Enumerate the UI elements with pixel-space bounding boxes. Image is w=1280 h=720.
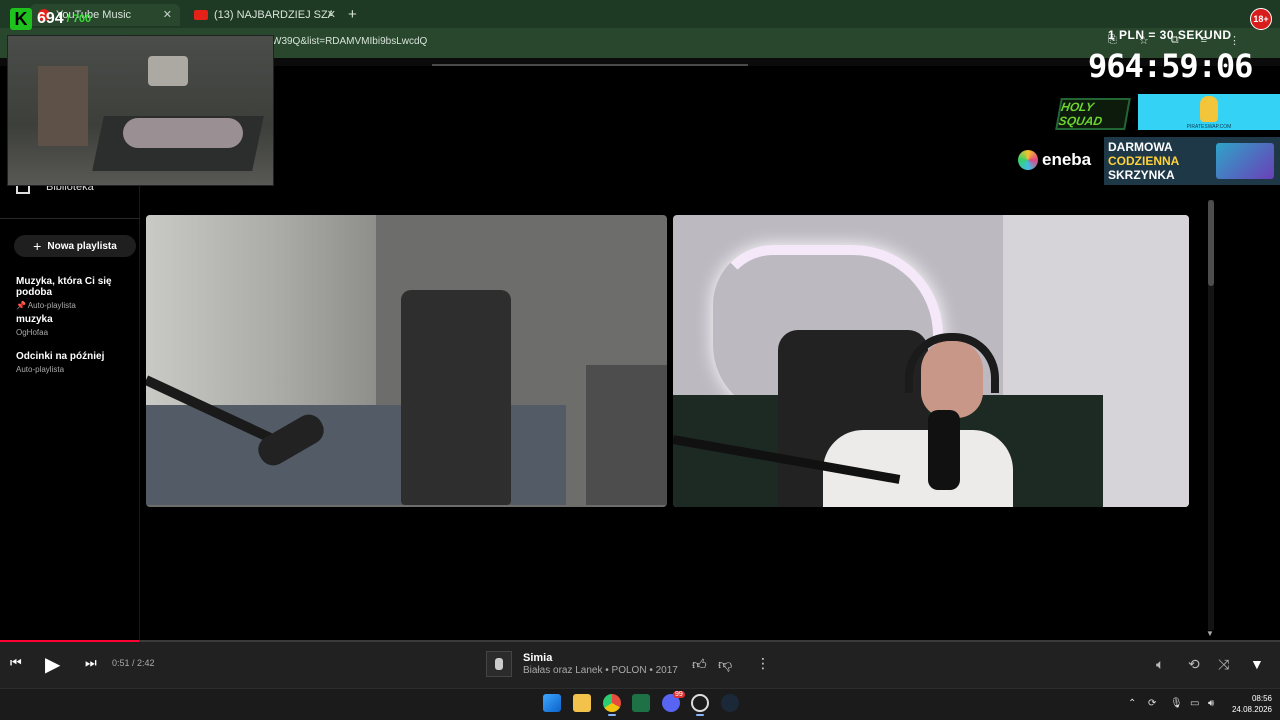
shelf [38,66,88,146]
playlist-title: Muzyka, która Ci się podoba [16,276,112,298]
camera-feed-right [673,215,1189,507]
file-explorer-icon[interactable] [573,694,591,712]
more-options-icon[interactable]: ⋮ [756,655,770,672]
eneba-icon [1018,150,1038,170]
playlist-item[interactable]: Muzyka, która Ci się podoba 📌 Auto-playl… [16,276,139,310]
system-clock[interactable]: 08:56 24.08.2026 [1228,693,1272,715]
discord-badge: 99 [673,691,685,698]
seek-bar-progress [0,640,139,642]
playlist-subtitle: Auto-playlista [16,365,65,374]
obs-icon[interactable] [691,694,709,712]
next-track-icon[interactable]: ⏭ [85,655,97,671]
microphone [928,410,960,490]
tray-overflow-icon[interactable]: ⌃ [1128,698,1136,709]
eneba-logo: eneba [1018,150,1091,170]
playlist-subtitle: Auto-playlista [27,301,76,310]
clock-time: 08:56 [1251,694,1272,703]
steam-icon[interactable] [721,694,739,712]
player-bar [0,640,1280,688]
volume-icon[interactable]: 🔈︎ [1156,656,1164,673]
shuffle-icon[interactable]: ⤨ [1218,656,1229,673]
sync-icon[interactable]: ⟳ [1148,698,1156,709]
camera-feed-left [146,215,667,507]
album-art[interactable] [486,651,512,677]
tab-video[interactable]: (13) NAJBARDZIEJ SZALONA G ✕ [186,4,344,26]
holysquad-logo: HOLY SQUAD [1055,98,1131,130]
close-icon[interactable]: ✕ [163,8,172,21]
scroll-down-arrow-icon[interactable]: ▼ [1206,629,1214,638]
browser-tab-bar: YouTube Music ✕ (13) NAJBARDZIEJ SZALONA… [0,0,1280,28]
new-playlist-button[interactable]: + Nowa playlista [14,235,136,257]
case-image [1216,143,1274,179]
counter-value: 694 [37,10,64,27]
subathon-rate: 1 PLN = 30 SEKUND [1108,28,1232,42]
promo-line: CODZIENNA [1108,154,1180,168]
network-icon[interactable]: ▭ [1190,698,1199,709]
pirateswap-label: PIRATESWAP.COM [1186,124,1232,130]
plus-icon: + [33,238,42,254]
playlist-title: muzyka [16,314,53,325]
playlist-title: Odcinki na później [16,351,105,362]
age-restriction-badge: 18+ [1250,8,1272,30]
counter-max: / 700 [66,13,92,25]
previous-track-icon[interactable]: ⏮ [10,655,22,671]
speaker-icon[interactable]: 🔊︎ [1208,698,1214,709]
new-tab-button[interactable]: + [348,6,357,23]
loading-bar [432,64,748,66]
kick-follower-counter: K 694 / 700 [10,8,91,30]
playlist-subtitle: OgHofaa [16,328,49,337]
playlist-item[interactable]: muzyka OgHofaa [16,314,53,337]
close-icon[interactable]: ✕ [327,8,336,21]
divider [0,218,140,219]
youtube-icon [194,10,208,20]
chrome-icon[interactable] [603,694,621,712]
scrollbar-thumb[interactable] [1208,200,1214,286]
excel-icon[interactable] [632,694,650,712]
pin-icon: 📌 [16,301,28,310]
playback-time: 0:51 / 2:42 [112,658,155,668]
repeat-icon[interactable]: ⟲ [1188,656,1200,673]
song-meta[interactable]: Białas oraz Lanek • POLON • 2017 [523,665,678,676]
tab-label: (13) NAJBARDZIEJ SZALONA G [214,9,332,21]
table [586,365,667,505]
webcam-overlay [7,35,274,186]
new-playlist-label: Nowa playlista [47,240,117,252]
url-field[interactable]: W39Q&list=RDAMVMIbi9bsLwcdQ [272,36,427,47]
kick-logo-icon: K [10,8,32,30]
active-indicator [696,714,704,716]
lamp [148,56,188,86]
parrot-icon [1200,96,1218,122]
free-daily-case-banner: DARMOWA CODZIENNA SKRZYNKA [1104,137,1280,185]
thumbs-up-icon[interactable]: 👍︎ [692,656,707,673]
song-title[interactable]: Simia [523,652,552,664]
windows-start-icon[interactable] [543,694,561,712]
promo-line: SKRZYNKA [1108,168,1175,182]
clock-date: 24.08.2026 [1231,705,1272,714]
active-indicator [608,714,616,716]
promo-line: DARMOWA [1108,140,1173,154]
sleeping-person [123,118,243,148]
gaming-chair [401,290,511,505]
expand-player-icon[interactable]: ▼ [1250,656,1264,672]
microphone-icon[interactable]: 🎙︎ [1170,698,1183,709]
eneba-label: eneba [1042,150,1092,169]
sidebar: Biblioteka + Nowa playlista Muzyka, któr… [0,176,140,640]
playlist-item[interactable]: Odcinki na później Auto-playlista [16,351,104,374]
thumbs-down-icon[interactable]: 👎︎ [718,656,732,673]
play-icon[interactable]: ▶ [45,652,60,677]
seek-bar[interactable] [0,640,1280,642]
subathon-timer: 964:59:06 [1088,47,1253,85]
pirateswap-banner: PIRATESWAP.COM [1138,94,1280,130]
